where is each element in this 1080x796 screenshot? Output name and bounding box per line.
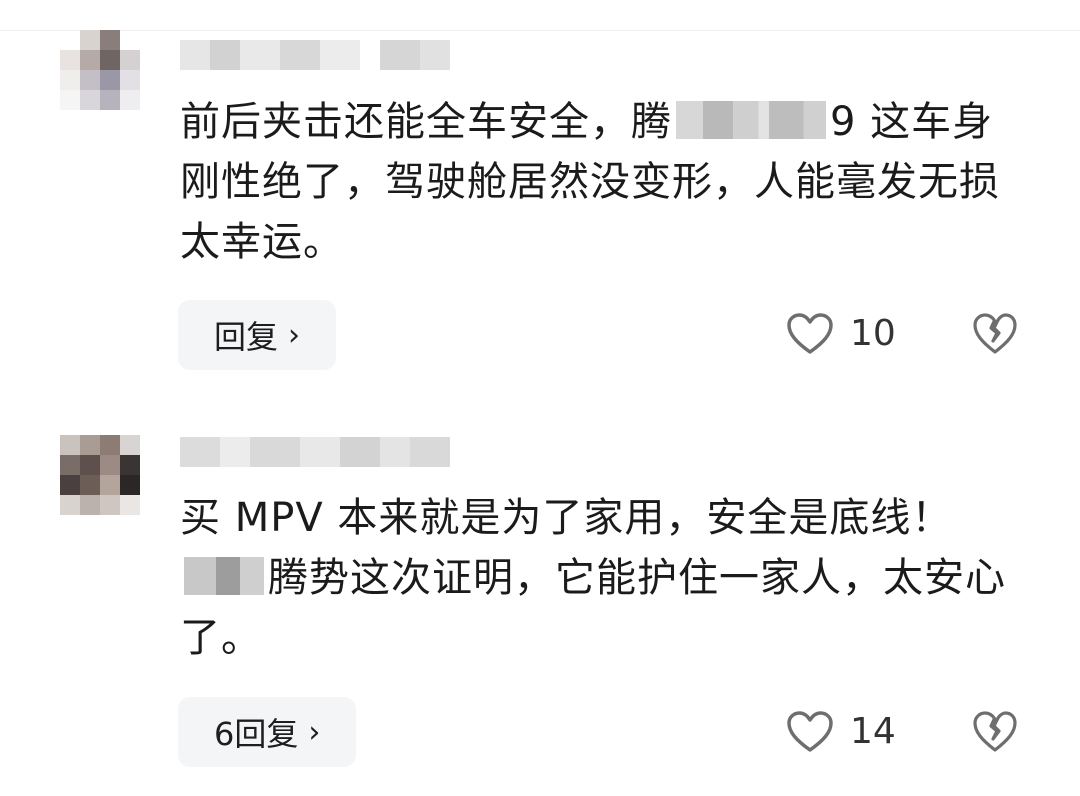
comment-text-part: 前后夹击还能全车安全， — [180, 99, 631, 145]
reply-button[interactable]: 6回复 › — [178, 697, 357, 767]
comment-text: 买 MPV 本来就是为了家用，安全是底线！ 腾势这次证明，它能护住一家人，太安心了… — [180, 488, 1010, 668]
chevron-right-icon: › — [308, 714, 321, 750]
comment-text-part: 买 MPV 本来就是为了家用，安全是底线！ — [180, 495, 953, 541]
broken-heart-icon[interactable] — [972, 312, 1018, 356]
heart-outline-icon[interactable] — [786, 710, 834, 754]
reply-button-label: 回复 — [214, 318, 279, 356]
reply-button[interactable]: 回复 › — [178, 300, 337, 370]
comment-text-part: 腾 — [631, 99, 672, 145]
reply-button-label: 6回复 — [214, 715, 299, 753]
username-blurred[interactable] — [180, 437, 460, 471]
broken-heart-icon[interactable] — [972, 710, 1018, 754]
comment-text-part: 腾势这次证明，它能护住一家人，太安心了。 — [180, 555, 1006, 661]
heart-outline-icon[interactable] — [786, 312, 834, 356]
comment-text: 前后夹击还能全车安全，腾 9 这车身刚性绝了，驾驶舱居然没变形，人能毫发无损太幸运… — [180, 92, 1010, 272]
like-count: 14 — [850, 711, 896, 752]
blurred-text — [676, 101, 826, 139]
blurred-text — [184, 557, 264, 595]
top-divider — [0, 30, 1080, 31]
chevron-right-icon: › — [288, 317, 301, 353]
username-blurred[interactable] — [180, 40, 460, 74]
avatar[interactable] — [60, 435, 140, 515]
like-count: 10 — [850, 313, 896, 354]
avatar[interactable] — [60, 30, 140, 110]
